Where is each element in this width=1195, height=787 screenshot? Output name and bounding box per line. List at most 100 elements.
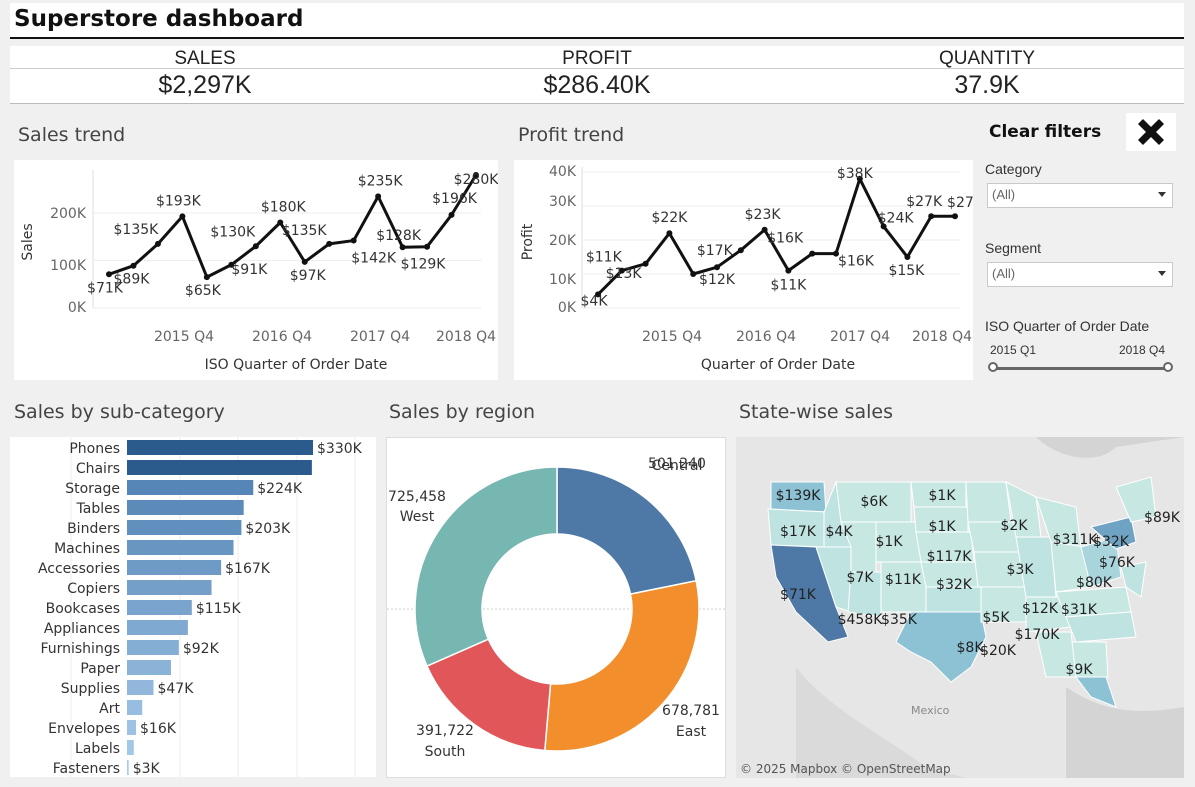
sales-trend-panel: Sales 200K 100K 0K 2015 Q4 2016 Q4 2017 … — [14, 160, 499, 380]
state-sales-label: $311K — [1053, 532, 1099, 548]
p-point[interactable] — [904, 254, 911, 260]
subcat-bar[interactable] — [127, 500, 244, 515]
p-data-label: $17K — [697, 243, 734, 259]
subcat-bar[interactable] — [127, 700, 143, 715]
s-point[interactable] — [424, 243, 431, 250]
s-data-label: $280K — [454, 172, 498, 188]
region-name-label: South — [425, 744, 466, 760]
segment-filter-select[interactable]: (All) — [987, 262, 1173, 287]
state-sales-label: $3K — [1007, 562, 1035, 578]
clear-filters-label: Clear filters — [989, 122, 1102, 142]
sales-xlabel: ISO Quarter of Order Date — [205, 357, 388, 373]
subcat-panel: Phones $330K Chairs Storage $224K Tables Binde… — [10, 437, 376, 777]
subcat-value-label: $16K — [140, 721, 177, 737]
profit-ytick-30: 30K — [549, 194, 577, 210]
subcat-category-label: Bookcases — [46, 601, 120, 617]
profit-xtick-2016: 2016 Q4 — [736, 329, 796, 345]
subcat-title: Sales by sub-category — [14, 401, 225, 423]
p-data-label: $15K — [888, 263, 925, 279]
category-filter-label: Category — [985, 161, 1042, 177]
clear-filters-button[interactable] — [1126, 113, 1176, 151]
region-value-label: 725,458 — [388, 489, 446, 505]
kpi-row: SALES $2,297K PROFIT $286.40K QUANTITY 3… — [10, 46, 1184, 104]
kpi-quantity: QUANTITY 37.9K — [827, 46, 1147, 100]
p-data-label: $12K — [699, 272, 736, 288]
profit-trend-chart[interactable]: Profit 40K 30K 20K 10K 0K 2015 Q4 2016 Q… — [514, 160, 984, 380]
p-data-label: $27K — [947, 195, 973, 211]
p-point[interactable] — [785, 267, 792, 274]
subcat-bar[interactable] — [127, 640, 179, 655]
s-point[interactable] — [326, 240, 333, 247]
region-value-label: 391,722 — [416, 723, 474, 739]
p-data-label: $38K — [837, 166, 874, 182]
region-title: Sales by region — [389, 401, 536, 423]
subcat-bar[interactable] — [127, 740, 134, 755]
kpi-profit-value: $286.40K — [543, 71, 651, 99]
subcat-value-label: $47K — [157, 681, 194, 697]
subcat-value-label: $3K — [133, 761, 161, 777]
s-point[interactable] — [350, 237, 357, 244]
category-filter-value: (All) — [992, 187, 1016, 202]
profit-xtick-2018: 2018 Q4 — [912, 329, 972, 345]
s-point[interactable] — [252, 243, 259, 250]
s-point[interactable] — [301, 258, 308, 265]
subcat-bar[interactable] — [127, 440, 313, 455]
s-point[interactable] — [179, 213, 186, 220]
p-point[interactable] — [714, 264, 720, 271]
map-panel[interactable]: Mexico © 2025 Mapbox © OpenStreetMap $13… — [736, 437, 1184, 778]
state-sales-label: $9K — [1066, 662, 1094, 678]
p-point[interactable] — [737, 247, 744, 254]
subcat-chart[interactable]: Phones $330K Chairs Storage $224K Tables Binde… — [10, 437, 376, 777]
subcat-category-label: Accessories — [38, 561, 120, 577]
region-name-label: Central — [652, 458, 703, 474]
date-range-track[interactable] — [991, 367, 1167, 370]
p-point[interactable] — [666, 230, 673, 237]
category-filter-select[interactable]: (All) — [987, 183, 1173, 208]
p-point[interactable] — [642, 260, 649, 267]
subcat-bar[interactable] — [127, 600, 192, 615]
subcat-bar[interactable] — [127, 760, 129, 775]
date-range-end-handle[interactable] — [1163, 362, 1173, 372]
region-donut-chart[interactable]: 501,240Central678,781East391,722South725… — [387, 438, 727, 779]
subcat-bar[interactable] — [127, 480, 254, 495]
subcat-bar[interactable] — [127, 560, 222, 575]
sales-ytick-200: 200K — [50, 206, 87, 222]
s-point[interactable] — [106, 271, 112, 278]
region-slice-central[interactable] — [556, 466, 698, 595]
subcat-value-label: $167K — [225, 561, 271, 577]
subcat-bar[interactable] — [127, 720, 137, 735]
sales-trend-chart[interactable]: Sales 200K 100K 0K 2015 Q4 2016 Q4 2017 … — [14, 160, 499, 380]
state-sales-label: $31K — [1061, 602, 1098, 618]
subcat-category-label: Labels — [75, 741, 120, 757]
state-sales-label: $117K — [927, 549, 973, 565]
state-map[interactable]: Mexico © 2025 Mapbox © OpenStreetMap $13… — [736, 437, 1184, 778]
profit-trend-title: Profit trend — [518, 124, 625, 146]
region-name-label: East — [676, 724, 707, 740]
subcat-bar[interactable] — [127, 660, 171, 675]
p-point[interactable] — [952, 213, 958, 220]
subcat-category-label: Storage — [65, 481, 120, 497]
subcat-bar[interactable] — [127, 620, 188, 635]
s-point[interactable] — [203, 274, 210, 281]
s-point[interactable] — [375, 193, 382, 200]
s-point[interactable] — [448, 211, 455, 218]
state-sales-label: $17K — [780, 524, 817, 540]
state-sales-label: $80K — [1076, 575, 1113, 591]
map-title: State-wise sales — [739, 401, 894, 423]
subcat-bar[interactable] — [127, 680, 154, 695]
subcat-bar[interactable] — [127, 540, 234, 555]
date-range-start-handle[interactable] — [988, 362, 998, 372]
profit-xtick-2015: 2015 Q4 — [642, 329, 702, 345]
p-point[interactable] — [928, 213, 935, 220]
s-point[interactable] — [130, 262, 137, 269]
s-point[interactable] — [399, 244, 406, 251]
subcat-bar[interactable] — [127, 460, 312, 475]
p-data-label: $23K — [745, 207, 782, 223]
dashboard-title: Superstore dashboard — [14, 6, 304, 32]
s-point[interactable] — [154, 240, 161, 247]
subcat-bar[interactable] — [127, 520, 242, 535]
p-point[interactable] — [690, 271, 697, 277]
p-point[interactable] — [809, 250, 816, 257]
subcat-bar[interactable] — [127, 580, 212, 595]
kpi-profit-label: PROFIT — [562, 48, 632, 69]
